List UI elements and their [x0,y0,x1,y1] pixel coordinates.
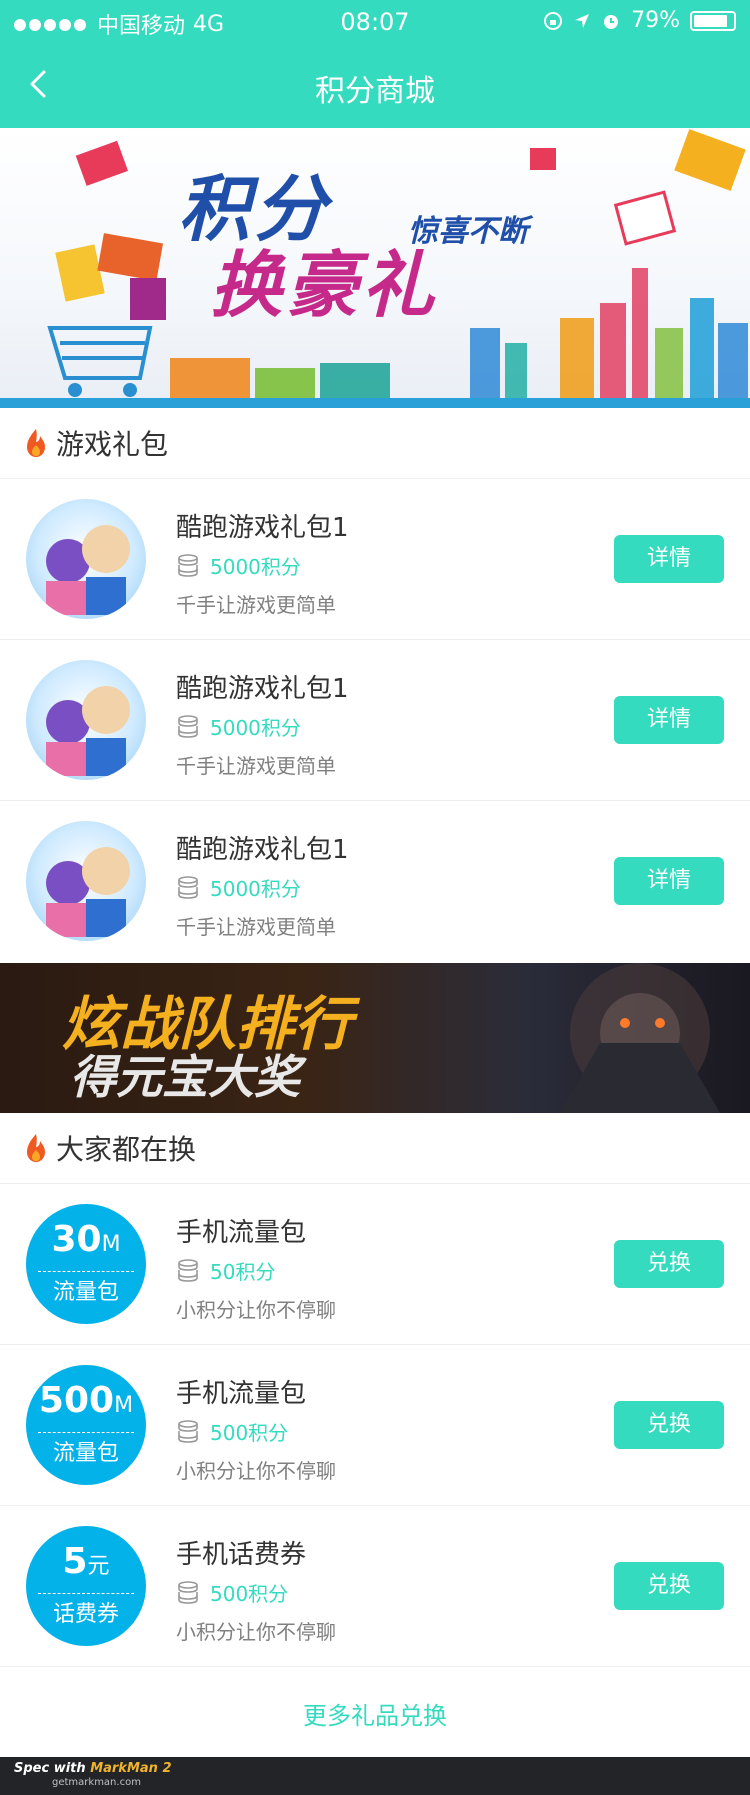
badge-dashed-line [38,1432,134,1433]
status-bar: 中国移动 4G 08:07 79% [0,0,750,40]
coin-stack-icon [178,554,198,577]
details-button[interactable]: 详情 [614,535,724,583]
coin-stack-icon [178,876,198,899]
points-row: 50积分 [176,1258,276,1284]
game-avatar [26,660,146,780]
points-value: 500积分 [210,1420,289,1445]
page-title: 积分商城 [315,74,435,109]
section-title: 游戏礼包 [56,428,169,461]
flame-icon [27,429,45,457]
list-item: 酷跑游戏礼包1 5000积分 千手让游戏更简单 详情 [0,640,750,800]
item-name: 酷跑游戏礼包1 [176,835,349,865]
coin-stack-icon [178,1259,198,1282]
item-description: 小积分让你不停聊 [176,1620,336,1644]
game-avatar [26,821,146,941]
coin-stack-icon [178,715,198,738]
points-row: 5000积分 [176,553,301,579]
item-name: 手机流量包 [176,1218,307,1248]
coin-stack-icon [178,1420,198,1443]
badge-amount: 30M [51,1219,121,1260]
points-value: 5000积分 [210,876,301,901]
phone-credit-badge: 5元 话费券 [26,1526,146,1646]
item-description: 小积分让你不停聊 [176,1459,336,1483]
badge-dashed-line [38,1271,134,1272]
points-value: 500积分 [210,1581,289,1606]
data-plan-badge: 30M 流量包 [26,1204,146,1324]
list-item: 5元 话费券 手机话费券 500积分 小积分让你不停聊 兑换 [0,1506,750,1666]
list-item: 30M 流量包 手机流量包 50积分 小积分让你不停聊 兑换 [0,1184,750,1344]
markman-url: getmarkman.com [52,1777,141,1788]
item-description: 小积分让你不停聊 [176,1298,336,1322]
points-value: 50积分 [210,1259,276,1284]
more-gifts-link[interactable]: 更多礼品兑换 [0,1672,750,1760]
flame-icon [27,1134,45,1162]
coin-stack-icon [178,1581,198,1604]
badge-dashed-line [38,1593,134,1594]
list-item: 酷跑游戏礼包1 5000积分 千手让游戏更简单 详情 [0,801,750,961]
app-header: 中国移动 4G 08:07 79% 积分商城 [0,0,750,128]
item-description: 千手让游戏更简单 [176,754,336,778]
promo-banner[interactable]: 积分 换豪礼 惊喜不断 [0,128,750,408]
item-name: 手机话费券 [176,1540,307,1570]
divider [0,1666,750,1667]
markman-brand: Spec with MarkMan 2 [14,1761,172,1776]
points-value: 5000积分 [210,554,301,579]
game-avatar [26,499,146,619]
section-title: 大家都在换 [56,1133,197,1166]
section-header-popular: 大家都在换 [0,1113,750,1183]
navigation-bar: 积分商城 [0,50,750,120]
item-description: 千手让游戏更简单 [176,915,336,939]
item-name: 酷跑游戏礼包1 [176,513,349,543]
item-name: 酷跑游戏礼包1 [176,674,349,704]
battery-percent: 79% [631,8,680,33]
exchange-button[interactable]: 兑换 [614,1240,724,1288]
points-row: 500积分 [176,1580,289,1606]
section-header-game-gifts: 游戏礼包 [0,408,750,478]
exchange-button[interactable]: 兑换 [614,1401,724,1449]
data-plan-badge: 500M 流量包 [26,1365,146,1485]
badge-label: 流量包 [52,1280,119,1305]
banner-headline-2: 换豪礼 [210,243,439,327]
markman-footer: Spec with MarkMan 2 getmarkman.com [0,1757,750,1795]
badge-label: 流量包 [52,1441,119,1466]
item-description: 千手让游戏更简单 [176,593,336,617]
banner-slogan: 惊喜不断 [408,214,528,249]
alarm-icon [604,14,619,29]
battery-icon [690,10,736,31]
badge-amount: 5元 [62,1541,110,1582]
item-name: 手机流量包 [176,1379,307,1409]
badge-label: 话费券 [52,1602,119,1627]
location-icon [575,13,590,28]
details-button[interactable]: 详情 [614,857,724,905]
list-item: 500M 流量包 手机流量包 500积分 小积分让你不停聊 兑换 [0,1345,750,1505]
badge-amount: 500M [38,1380,134,1421]
event-banner[interactable]: 炫战队排行 得元宝大奖 [0,963,750,1113]
points-row: 500积分 [176,1419,289,1445]
banner-headline-2: 得元宝大奖 [70,1050,300,1104]
exchange-button[interactable]: 兑换 [614,1562,724,1610]
lock-rotation-icon [544,11,563,30]
points-row: 5000积分 [176,714,301,740]
list-item: 酷跑游戏礼包1 5000积分 千手让游戏更简单 详情 [0,479,750,639]
details-button[interactable]: 详情 [614,696,724,744]
points-row: 5000积分 [176,875,301,901]
points-value: 5000积分 [210,715,301,740]
